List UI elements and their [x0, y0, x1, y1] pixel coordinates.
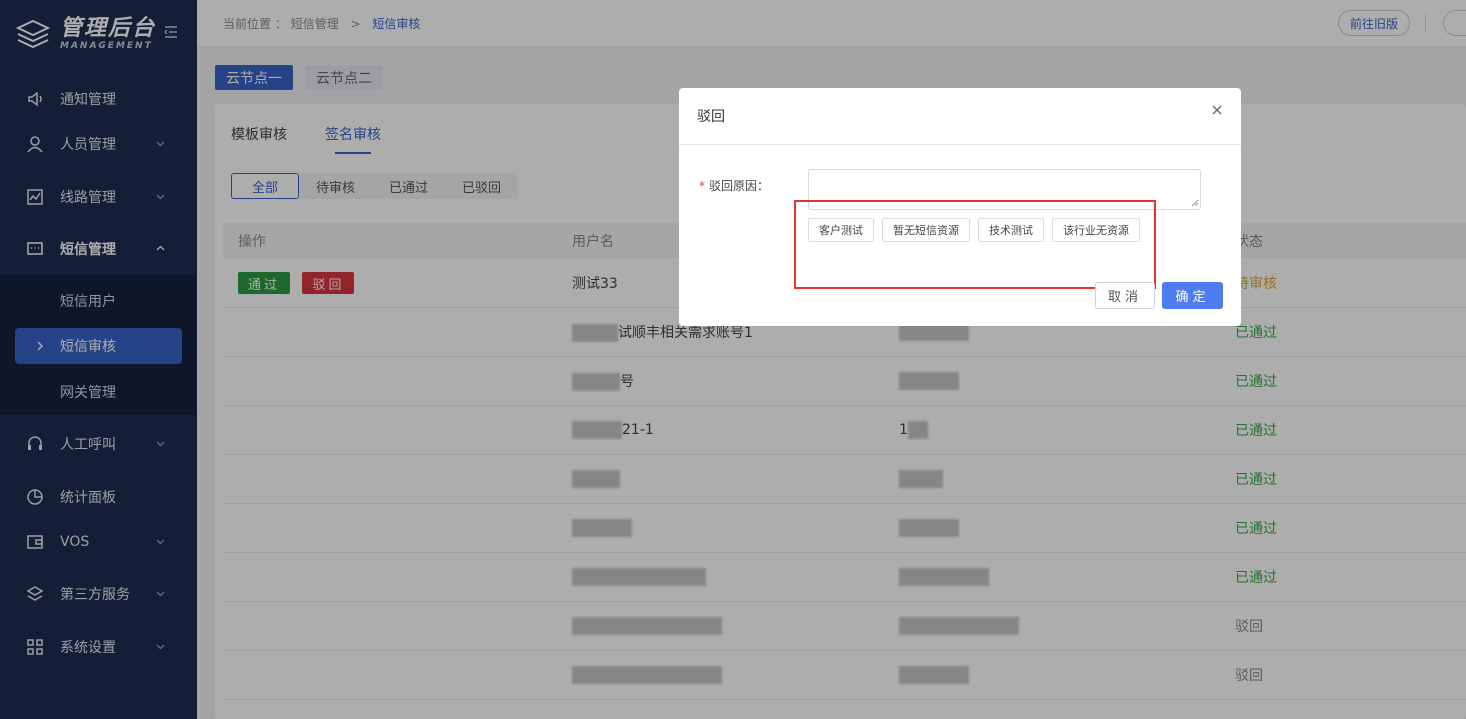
cancel-button[interactable]: 取消: [1095, 282, 1155, 309]
close-icon[interactable]: [1211, 104, 1223, 116]
required-mark: *: [699, 179, 705, 193]
reason-label: * 驳回原因：: [699, 177, 769, 194]
reason-label-text: 驳回原因：: [709, 179, 770, 193]
dialog-title: 驳回: [679, 88, 1241, 145]
resize-handle-icon[interactable]: [1191, 199, 1199, 207]
reject-dialog: 驳回 * 驳回原因： 客户测试 暂无短信资源 技术测试 该行业无资源 取消 确定: [679, 88, 1241, 326]
annotation-highlight-box: [794, 200, 1156, 289]
confirm-button[interactable]: 确定: [1162, 282, 1223, 309]
